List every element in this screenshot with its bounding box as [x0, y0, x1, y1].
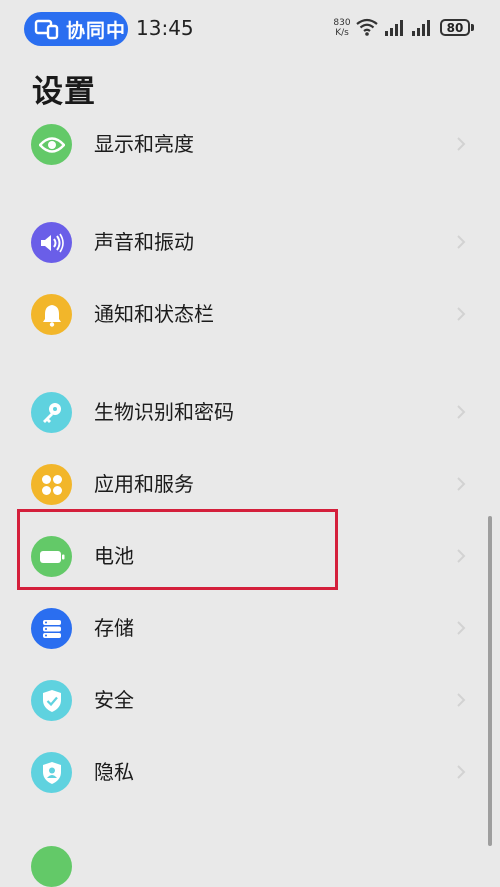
- battery-highlight-box: [17, 509, 338, 590]
- scrollbar[interactable]: [488, 516, 492, 846]
- chevron-right-icon: [457, 235, 466, 249]
- key-icon: [31, 392, 72, 433]
- chevron-right-icon: [457, 549, 466, 563]
- settings-item-label: 生物识别和密码: [94, 400, 234, 424]
- settings-item-sound[interactable]: 声音和振动: [0, 206, 500, 278]
- chevron-right-icon: [457, 477, 466, 491]
- chevron-right-icon: [457, 765, 466, 779]
- chevron-right-icon: [457, 621, 466, 635]
- settings-item-security[interactable]: 安全: [0, 664, 500, 736]
- net-speed-value: 830: [333, 18, 351, 28]
- settings-item-biometrics[interactable]: 生物识别和密码: [0, 376, 500, 448]
- clock: 13:45: [136, 16, 194, 40]
- net-speed-unit: K/s: [335, 28, 349, 38]
- collab-status-pill[interactable]: 协同中: [24, 12, 128, 46]
- settings-item-notifications[interactable]: 通知和状态栏: [0, 278, 500, 350]
- settings-item-storage[interactable]: 存储: [0, 592, 500, 664]
- net-speed: 830 K/s: [332, 18, 352, 38]
- settings-item-label: 声音和振动: [94, 230, 194, 254]
- apps-grid-icon: [31, 464, 72, 505]
- signal-icon-secondary: [412, 20, 430, 36]
- settings-item-label: 存储: [94, 616, 134, 640]
- speaker-icon: [31, 222, 72, 263]
- page-title: 设置: [32, 74, 96, 110]
- settings-item-label: 显示和亮度: [94, 132, 194, 156]
- settings-item-display[interactable]: 显示和亮度: [0, 108, 500, 180]
- battery-indicator: 80: [440, 19, 470, 36]
- chevron-right-icon: [457, 693, 466, 707]
- settings-item-label: 通知和状态栏: [94, 302, 214, 326]
- chevron-right-icon: [457, 405, 466, 419]
- settings-item-label: 隐私: [94, 760, 134, 784]
- status-bar: 协同中 13:45 830 K/s 80: [0, 0, 500, 60]
- chevron-right-icon: [457, 137, 466, 151]
- chevron-right-icon: [457, 307, 466, 321]
- shield-check-icon: [31, 680, 72, 721]
- battery-tip: [471, 24, 474, 31]
- eye-icon: [31, 124, 72, 165]
- next-item-icon-partial: [31, 846, 72, 887]
- settings-item-privacy[interactable]: 隐私: [0, 736, 500, 808]
- battery-level: 80: [446, 20, 464, 35]
- privacy-shield-icon: [31, 752, 72, 793]
- collab-label: 协同中: [66, 19, 127, 42]
- multi-device-icon: [34, 19, 59, 40]
- wifi-icon: [356, 18, 378, 36]
- settings-item-label: 安全: [94, 688, 134, 712]
- signal-icon: [385, 20, 403, 36]
- storage-icon: [31, 608, 72, 649]
- bell-icon: [31, 294, 72, 335]
